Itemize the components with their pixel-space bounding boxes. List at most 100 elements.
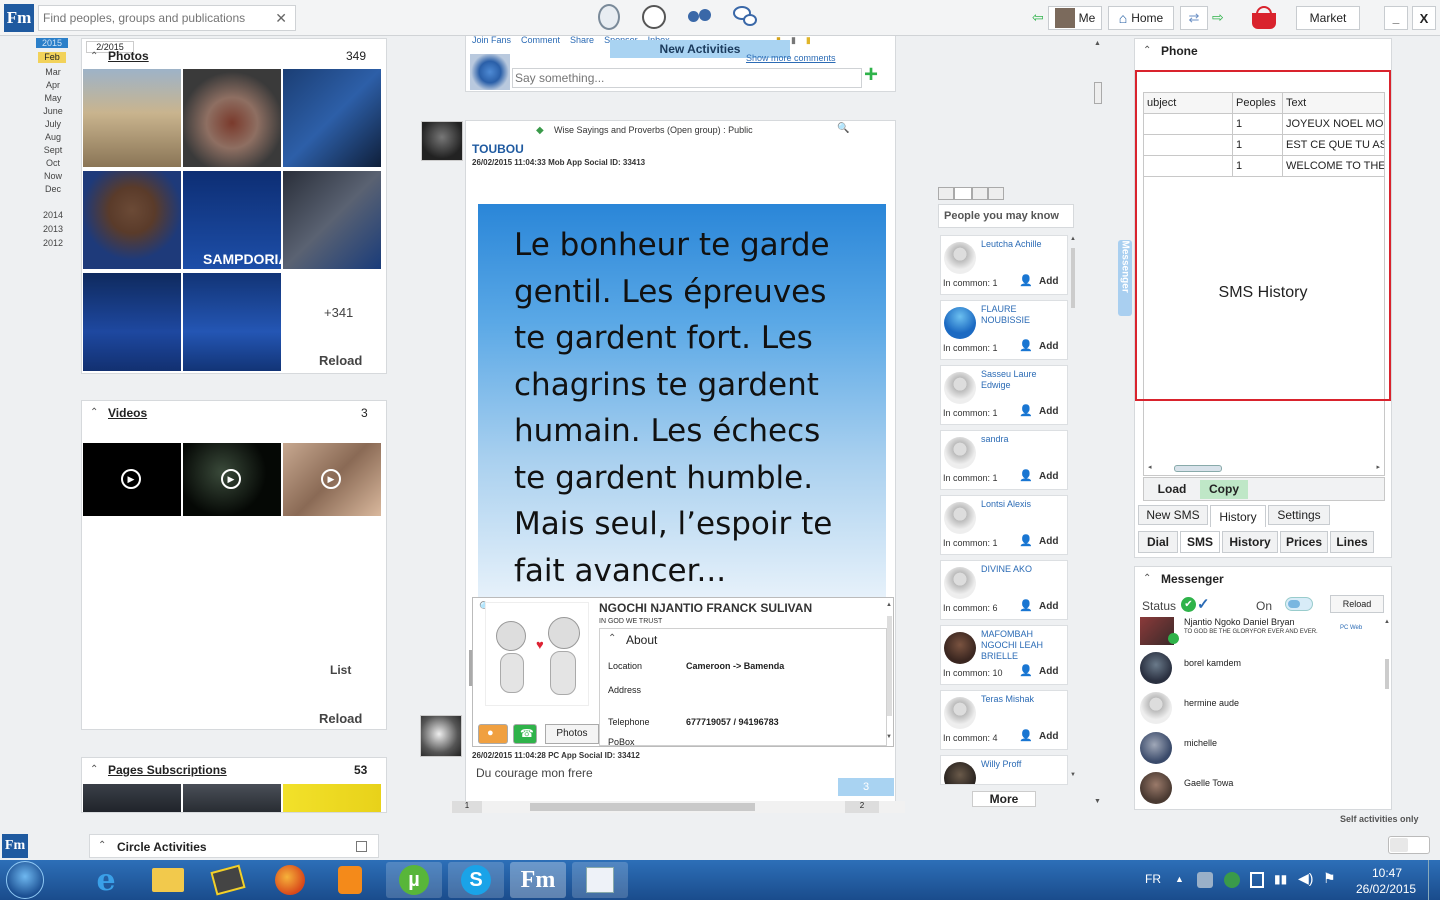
home-button[interactable]: ⌂ Home: [1108, 6, 1174, 30]
market-button[interactable]: Market: [1296, 6, 1360, 30]
feed-horizontal-scrollbar[interactable]: 1 2: [450, 801, 905, 813]
restore-icon[interactable]: [356, 841, 367, 852]
taskbar-fm-icon[interactable]: Fm: [510, 862, 566, 898]
basket-icon[interactable]: [1250, 5, 1278, 31]
tab-call-history[interactable]: History: [1222, 531, 1278, 553]
tab-sms[interactable]: SMS: [1180, 531, 1220, 553]
calendar-year[interactable]: 2013: [38, 224, 68, 234]
add-button[interactable]: Add: [1039, 406, 1058, 417]
add-button[interactable]: Add: [1039, 601, 1058, 612]
post2-author-avatar[interactable]: [420, 715, 462, 757]
calendar-month[interactable]: Now: [38, 171, 68, 181]
add-button[interactable]: Add: [1039, 471, 1058, 482]
tab-history[interactable]: History: [1210, 505, 1266, 527]
calendar-month[interactable]: Oct: [38, 158, 68, 168]
clear-icon[interactable]: ✕: [275, 10, 287, 27]
person-name[interactable]: Lontsi Alexis: [981, 499, 1067, 510]
page-thumb[interactable]: [83, 784, 181, 812]
collapse-icon[interactable]: ⌃: [90, 764, 98, 775]
tab-settings[interactable]: Settings: [1268, 505, 1330, 525]
load-button[interactable]: Load: [1148, 480, 1196, 499]
photo-thumb[interactable]: SAMPDORIA: [183, 171, 281, 269]
person-name[interactable]: Teras Mishak: [981, 694, 1067, 705]
contact-item[interactable]: borel kamdem: [1140, 650, 1380, 686]
photo-thumb[interactable]: [283, 171, 381, 269]
chat-icon[interactable]: [733, 6, 759, 28]
search-box[interactable]: ✕: [38, 5, 296, 31]
suggested-person[interactable]: Willy Proff: [940, 755, 1068, 785]
tab-lines[interactable]: Lines: [1330, 531, 1374, 553]
status-check-icon[interactable]: ✓: [1197, 595, 1210, 613]
me-button[interactable]: Me: [1048, 6, 1102, 30]
tray-icon[interactable]: [1197, 872, 1213, 888]
settings-icon[interactable]: [598, 4, 620, 30]
profile-photo[interactable]: ♥: [485, 602, 589, 706]
taskbar-media-icon[interactable]: [322, 862, 378, 898]
signal-icon[interactable]: ▮▮: [1274, 872, 1287, 886]
taskbar-app-icon[interactable]: [200, 862, 256, 898]
add-comment-icon[interactable]: +: [864, 63, 878, 87]
suggested-person[interactable]: sandra In common: 1 👤 Add: [940, 430, 1068, 490]
collapse-icon[interactable]: ⌃: [1143, 45, 1151, 56]
flag-icon[interactable]: ⚑: [1323, 870, 1336, 887]
taskbar-ie-icon[interactable]: e: [78, 862, 134, 898]
person-name[interactable]: Sasseu Laure Edwige: [981, 369, 1067, 391]
calendar-month[interactable]: July: [38, 119, 68, 129]
collapse-icon[interactable]: ⌃: [90, 407, 98, 418]
profile-scrollbar[interactable]: ▲ ▼: [886, 602, 894, 744]
suggested-person[interactable]: Leutcha Achille In common: 1 👤 Add: [940, 235, 1068, 295]
forward-arrow-icon[interactable]: ⇨: [1212, 9, 1224, 26]
taskbar-paint-icon[interactable]: [572, 862, 628, 898]
calendar-month[interactable]: Aug: [38, 132, 68, 142]
bottom-fm-logo[interactable]: Fm: [2, 834, 28, 858]
calendar-current-year[interactable]: 2015: [36, 38, 68, 48]
messenger-scrollbar[interactable]: ▲: [1384, 619, 1391, 809]
suggested-person[interactable]: DIVINE AKO In common: 6 👤 Add: [940, 560, 1068, 620]
person-name[interactable]: FLAURE NOUBISSIE: [981, 304, 1067, 326]
more-people-button[interactable]: More: [972, 791, 1036, 807]
post-search-icon[interactable]: 🔍: [837, 123, 849, 134]
page-thumb[interactable]: [283, 784, 381, 812]
person-name[interactable]: sandra: [981, 434, 1067, 445]
tab-new-sms[interactable]: New SMS: [1138, 505, 1208, 525]
taskbar-skype-icon[interactable]: S: [448, 862, 504, 898]
post2-count-badge[interactable]: 3: [838, 778, 894, 796]
tab-prices[interactable]: Prices: [1280, 531, 1328, 553]
online-status-icon[interactable]: ✔: [1181, 597, 1196, 612]
page-thumb[interactable]: [183, 784, 281, 812]
collapse-icon[interactable]: ⌃: [98, 840, 106, 851]
taskbar-firefox-icon[interactable]: [262, 862, 318, 898]
self-activities-toggle[interactable]: [1388, 836, 1430, 854]
photo-thumb[interactable]: [83, 273, 181, 371]
calendar-month[interactable]: Apr: [38, 80, 68, 90]
calendar-year[interactable]: 2014: [38, 210, 68, 220]
messenger-side-tab[interactable]: Messenger: [1118, 240, 1132, 316]
post-group[interactable]: Wise Sayings and Proverbs (Open group) :…: [554, 125, 753, 135]
contact-item[interactable]: Gaelle Towa: [1140, 770, 1380, 806]
suggested-person[interactable]: Teras Mishak In common: 4 👤 Add: [940, 690, 1068, 750]
suggested-person[interactable]: Sasseu Laure Edwige In common: 1 👤 Add: [940, 365, 1068, 425]
add-button[interactable]: Add: [1039, 276, 1058, 287]
videos-reload-button[interactable]: Reload: [319, 711, 362, 726]
person-name[interactable]: Willy Proff: [981, 759, 1067, 770]
person-name[interactable]: Leutcha Achille: [981, 239, 1067, 250]
close-button[interactable]: X: [1412, 6, 1436, 30]
call-button[interactable]: ☎: [513, 724, 537, 744]
feed-left-handle[interactable]: [469, 650, 472, 686]
calendar-month[interactable]: Dec: [38, 184, 68, 194]
back-arrow-icon[interactable]: ⇦: [1032, 9, 1044, 26]
person-name[interactable]: DIVINE AKO: [981, 564, 1067, 575]
videos-title[interactable]: Videos: [108, 406, 147, 420]
contact-item[interactable]: michelle: [1140, 730, 1380, 766]
language-indicator[interactable]: FR: [1145, 872, 1161, 886]
calendar-month[interactable]: June: [38, 106, 68, 116]
tab-dial[interactable]: Dial: [1138, 531, 1178, 553]
volume-icon[interactable]: ◀): [1298, 870, 1313, 887]
globe-icon[interactable]: [642, 5, 666, 29]
calendar-month[interactable]: May: [38, 93, 68, 103]
video-thumb[interactable]: ▶: [83, 443, 181, 516]
photos-title[interactable]: Photos: [108, 49, 149, 63]
tray-icon[interactable]: [1224, 872, 1240, 888]
calendar-month[interactable]: Mar: [38, 67, 68, 77]
pager-2[interactable]: 2: [845, 801, 879, 813]
